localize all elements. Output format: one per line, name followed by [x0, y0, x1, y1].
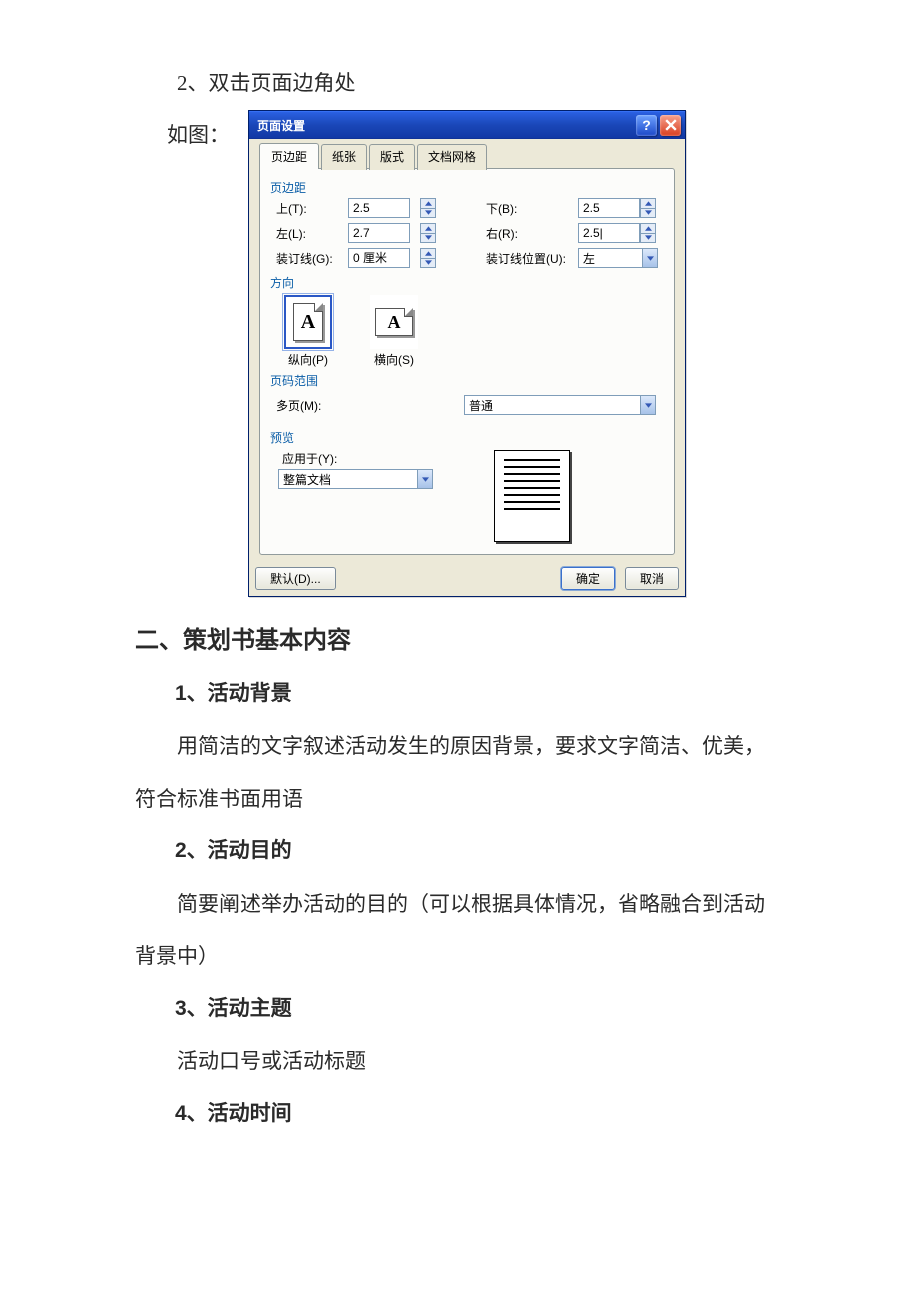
chevron-down-icon	[425, 260, 432, 265]
preview-thumbnail	[494, 450, 570, 542]
chevron-up-icon	[425, 251, 432, 256]
heading-s4: 4、活动时间	[175, 1088, 785, 1141]
dropdown-button-icon	[417, 470, 432, 488]
orientation-row: A 纵向(P) A 横向(S)	[284, 295, 664, 368]
doc-item-2: 2、双击页面边角处	[135, 60, 785, 106]
chevron-up-icon	[645, 201, 652, 206]
tab-grid[interactable]: 文档网格	[417, 144, 487, 170]
ok-button[interactable]: 确定	[561, 567, 615, 590]
right-buttons: 确定 取消	[561, 567, 679, 590]
orientation-portrait[interactable]: A 纵向(P)	[284, 295, 332, 368]
figure-label: 如图：	[167, 110, 230, 158]
chevron-down-icon	[645, 235, 652, 240]
spinner-top[interactable]	[420, 198, 436, 218]
page-setup-dialog: 页面设置 ? 页边距 纸张 版式 文档网格 页边距 上(T):	[248, 110, 686, 597]
cancel-button[interactable]: 取消	[625, 567, 679, 590]
group-margins-label: 页边距	[270, 179, 664, 196]
dropdown-gutter-pos[interactable]: 左	[578, 248, 658, 268]
heading-2: 二、策划书基本内容	[135, 615, 785, 668]
spinner-gutter[interactable]	[420, 248, 436, 268]
chevron-up-icon	[425, 226, 432, 231]
dropdown-applyto[interactable]: 整篇文档	[278, 469, 433, 489]
dialog-body: 页边距 纸张 版式 文档网格 页边距 上(T): 2.5	[249, 139, 685, 563]
help-button[interactable]: ?	[636, 115, 657, 136]
pagerange-row: 多页(M): 普通	[276, 395, 664, 415]
spinner-bottom[interactable]	[640, 198, 656, 218]
portrait-icon: A	[284, 295, 332, 349]
heading-s3: 3、活动主题	[175, 983, 785, 1036]
para-s1: 用简洁的文字叙述活动发生的原因背景，要求文字简洁、优美，符合标准书面用语	[135, 720, 785, 825]
landscape-caption: 横向(S)	[370, 351, 418, 368]
para-s2: 简要阐述举办活动的目的（可以根据具体情况，省略融合到活动背景中）	[135, 878, 785, 983]
para-s3: 活动口号或活动标题	[135, 1035, 785, 1088]
input-bottom[interactable]: 2.5	[578, 198, 640, 218]
chevron-down-icon	[645, 210, 652, 215]
label-left: 左(L):	[276, 225, 348, 242]
tab-paper[interactable]: 纸张	[321, 144, 367, 170]
chevron-up-icon	[425, 201, 432, 206]
dropdown-applyto-value: 整篇文档	[283, 471, 331, 488]
dropdown-multipage[interactable]: 普通	[464, 395, 656, 415]
close-button[interactable]	[660, 115, 681, 136]
group-preview-label: 预览	[270, 429, 664, 446]
tab-margins[interactable]: 页边距	[259, 143, 319, 169]
label-bottom: 下(B):	[486, 200, 578, 217]
orientation-landscape[interactable]: A 横向(S)	[370, 295, 418, 368]
tab-pane-margins: 页边距 上(T): 2.5 下(B): 2.5	[259, 168, 675, 555]
applyto-col: 应用于(Y): 整篇文档	[276, 450, 446, 489]
input-top[interactable]: 2.5	[348, 198, 410, 218]
tab-layout[interactable]: 版式	[369, 144, 415, 170]
portrait-caption: 纵向(P)	[284, 351, 332, 368]
heading-s2: 2、活动目的	[175, 825, 785, 878]
input-gutter[interactable]: 0 厘米	[348, 248, 410, 268]
preview-row: 应用于(Y): 整篇文档	[276, 450, 664, 542]
heading-s1: 1、活动背景	[175, 668, 785, 721]
input-left[interactable]: 2.7	[348, 223, 410, 243]
default-button[interactable]: 默认(D)...	[255, 567, 336, 590]
dropdown-gutter-pos-value: 左	[583, 250, 595, 267]
dropdown-button-icon	[642, 249, 657, 267]
chevron-down-icon	[425, 210, 432, 215]
label-top: 上(T):	[276, 200, 348, 217]
label-gutter: 装订线(G):	[276, 250, 348, 267]
close-icon	[665, 119, 677, 131]
dialog-button-row: 默认(D)... 确定 取消	[249, 563, 685, 596]
figure-row: 如图： 页面设置 ? 页边距 纸张 版式 文档网格 页边距	[135, 110, 785, 597]
dialog-titlebar[interactable]: 页面设置 ?	[249, 111, 685, 139]
dropdown-button-icon	[640, 396, 655, 414]
spinner-left[interactable]	[420, 223, 436, 243]
doc-item-2-text: 2、双击页面边角处	[177, 71, 356, 95]
input-right[interactable]: 2.5|	[578, 223, 640, 243]
label-multipage: 多页(M):	[276, 397, 348, 414]
label-gutter-pos: 装订线位置(U):	[486, 250, 578, 267]
margins-grid: 上(T): 2.5 下(B): 2.5 左(L):	[276, 198, 664, 268]
group-orientation-label: 方向	[270, 274, 664, 291]
dialog-title: 页面设置	[257, 117, 305, 134]
landscape-icon: A	[370, 295, 418, 349]
chevron-down-icon	[425, 235, 432, 240]
spinner-right[interactable]	[640, 223, 656, 243]
tab-strip: 页边距 纸张 版式 文档网格	[259, 143, 675, 169]
label-right: 右(R):	[486, 225, 578, 242]
group-pagerange-label: 页码范围	[270, 372, 664, 389]
label-applyto: 应用于(Y):	[282, 450, 446, 467]
chevron-up-icon	[645, 226, 652, 231]
dropdown-multipage-value: 普通	[469, 397, 493, 414]
